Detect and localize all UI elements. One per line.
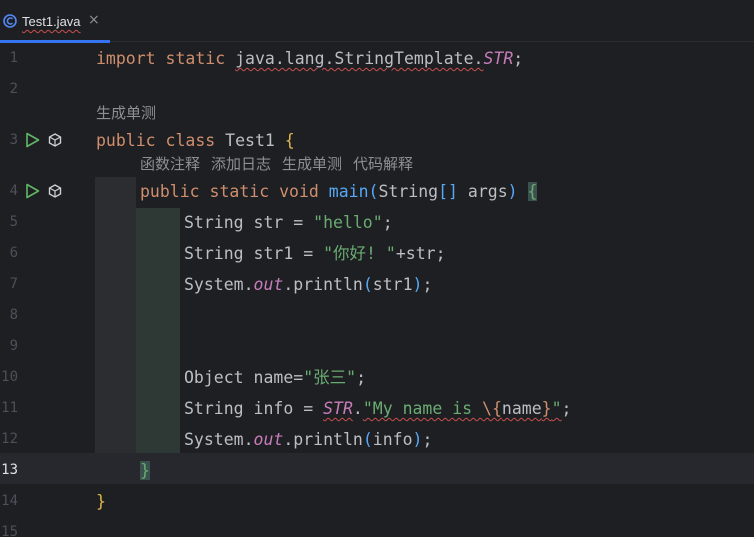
line-number: 14 bbox=[1, 493, 18, 509]
code-line-5: String str = "hello"; bbox=[184, 213, 393, 232]
line-number: 15 bbox=[1, 524, 18, 537]
line-number: 8 bbox=[9, 307, 18, 323]
hint-add-log[interactable]: 添加日志 bbox=[211, 156, 271, 173]
run-class-icon[interactable] bbox=[25, 132, 40, 148]
hint-function-comment[interactable]: 函数注释 bbox=[140, 156, 200, 173]
line-number: 4 bbox=[9, 183, 18, 199]
code-line-4: public static void main(String[] args) { bbox=[140, 182, 538, 201]
implementation-icon[interactable] bbox=[48, 184, 62, 198]
close-tab-icon[interactable]: × bbox=[88, 12, 100, 28]
tab-label: Test1.java bbox=[22, 14, 81, 29]
line-number: 13 bbox=[1, 462, 18, 478]
line-number: 9 bbox=[9, 338, 18, 354]
code-line-14: } bbox=[96, 492, 106, 511]
code-editor[interactable]: 1 2 3 4 5 6 7 8 9 10 11 12 13 14 15 生成单测… bbox=[0, 43, 754, 537]
tab-test1-java[interactable]: Test1.java × bbox=[0, 0, 110, 43]
code-line-13: } bbox=[140, 461, 150, 480]
line-number: 3 bbox=[9, 132, 18, 148]
line-number: 12 bbox=[1, 431, 18, 447]
java-class-icon bbox=[3, 14, 17, 28]
hint-explain-code[interactable]: 代码解释 bbox=[353, 156, 413, 173]
line-number: 1 bbox=[9, 50, 18, 66]
code-line-7: System.out.println(str1); bbox=[184, 275, 433, 294]
code-line-11: String info = STR."My name is \{name}"; bbox=[184, 399, 572, 418]
editor-tab-bar: Test1.java × bbox=[0, 0, 754, 43]
code-line-1: import static java.lang.StringTemplate.S… bbox=[96, 49, 524, 68]
implementation-icon[interactable] bbox=[48, 133, 62, 147]
line-number: 5 bbox=[9, 214, 18, 230]
code-line-12: System.out.println(info); bbox=[184, 430, 433, 449]
hint-generate-test[interactable]: 生成单测 bbox=[96, 105, 156, 122]
hint-generate-test[interactable]: 生成单测 bbox=[282, 156, 342, 173]
code-line-3: public class Test1 { bbox=[96, 131, 295, 150]
code-line-10: Object name="张三"; bbox=[184, 368, 367, 387]
line-number: 11 bbox=[1, 400, 18, 416]
run-main-icon[interactable] bbox=[25, 183, 40, 199]
code-line-6: String str1 = "你好! "+str; bbox=[184, 244, 446, 263]
line-number: 2 bbox=[9, 81, 18, 97]
line-number: 6 bbox=[9, 245, 18, 261]
line-number: 10 bbox=[1, 369, 18, 385]
inlay-hints-class: 生成单测 bbox=[96, 100, 167, 128]
line-number: 7 bbox=[9, 276, 18, 292]
